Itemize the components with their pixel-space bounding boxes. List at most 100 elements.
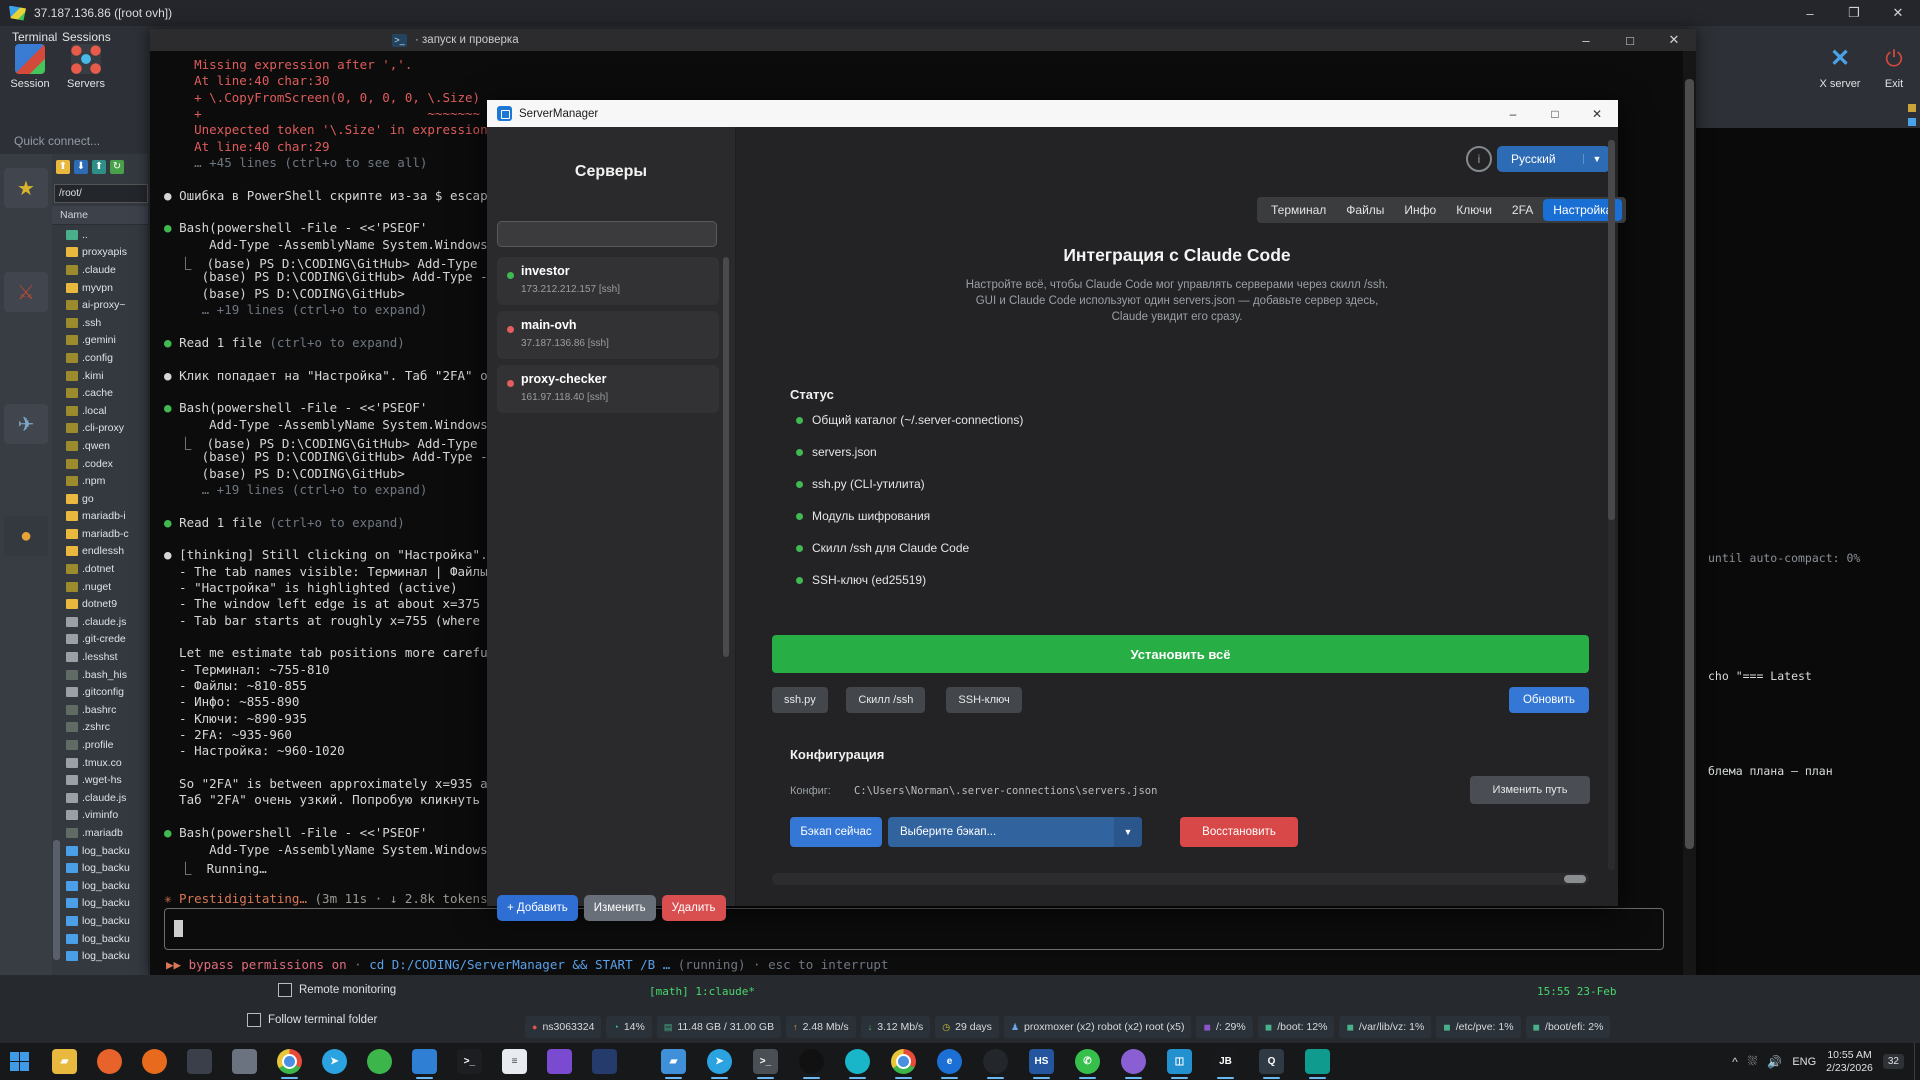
- green-app-icon[interactable]: [367, 1049, 392, 1074]
- restore-button[interactable]: Восстановить: [1180, 817, 1298, 847]
- tree-item[interactable]: proxyapis: [52, 244, 148, 262]
- tree-item[interactable]: .dotnet: [52, 560, 148, 578]
- favorites-star-icon[interactable]: ★: [4, 168, 48, 208]
- chrome-icon[interactable]: [277, 1049, 302, 1074]
- tree-item[interactable]: .codex: [52, 455, 148, 473]
- scrollbar-thumb[interactable]: [1685, 79, 1694, 849]
- close-button[interactable]: ✕: [1876, 0, 1920, 26]
- show-desktop-button[interactable]: [1914, 1043, 1920, 1080]
- tree-item[interactable]: .ssh: [52, 314, 148, 332]
- menu-terminal[interactable]: Terminal: [12, 30, 57, 44]
- language-dropdown[interactable]: Русский ▼: [1497, 146, 1610, 172]
- chip-ssh.py[interactable]: ssh.py: [772, 687, 828, 713]
- tree-item[interactable]: ai-proxy~: [52, 296, 148, 314]
- delete-server-button[interactable]: Удалить: [662, 895, 726, 921]
- server-search-input[interactable]: [497, 221, 717, 247]
- horizontal-scrollbar[interactable]: [772, 873, 1589, 885]
- tab-Инфо[interactable]: Инфо: [1394, 199, 1446, 221]
- maximize-button[interactable]: ❐: [1832, 0, 1876, 26]
- tree-item[interactable]: .local: [52, 402, 148, 420]
- speaker-icon[interactable]: 🔊: [1767, 1055, 1782, 1069]
- install-all-button[interactable]: Установить всё: [772, 635, 1589, 673]
- server-list-item[interactable]: main-ovh37.187.136.86 [ssh]: [497, 311, 719, 359]
- tree-item[interactable]: .kimi: [52, 367, 148, 385]
- tree-item[interactable]: .nuget: [52, 578, 148, 596]
- tree-item[interactable]: .mariadb: [52, 824, 148, 842]
- terminal-maximize-button[interactable]: □: [1608, 29, 1652, 51]
- tree-item[interactable]: .config: [52, 349, 148, 367]
- tab-Файлы[interactable]: Файлы: [1336, 199, 1394, 221]
- tree-item[interactable]: .viminfo: [52, 807, 148, 825]
- chrome2-icon[interactable]: [891, 1049, 916, 1074]
- tree-item[interactable]: .profile: [52, 736, 148, 754]
- chip-Скилл /ssh[interactable]: Скилл /ssh: [846, 687, 925, 713]
- telegram2-icon[interactable]: ➤: [707, 1049, 732, 1074]
- edit-server-button[interactable]: Изменить: [584, 895, 656, 921]
- tree-item[interactable]: log_backu: [52, 859, 148, 877]
- tree-item[interactable]: log_backu: [52, 930, 148, 948]
- tree-item[interactable]: log_backu: [52, 947, 148, 965]
- chip-SSH-ключ[interactable]: SSH-ключ: [946, 687, 1021, 713]
- tree-item[interactable]: mariadb-i: [52, 508, 148, 526]
- tab-2FA[interactable]: 2FA: [1502, 199, 1543, 221]
- tree-item[interactable]: .git-crede: [52, 631, 148, 649]
- server-list-scrollbar[interactable]: [723, 257, 729, 657]
- tree-item[interactable]: .gitconfig: [52, 683, 148, 701]
- hs-icon[interactable]: HS: [1029, 1049, 1054, 1074]
- tree-path-input[interactable]: /root/: [54, 184, 148, 203]
- tree-item[interactable]: .tmux.co: [52, 754, 148, 772]
- taskbar-clock[interactable]: 10:55 AM 2/23/2026: [1826, 1049, 1873, 1075]
- folder-blue-icon[interactable]: ▰: [661, 1049, 686, 1074]
- tree-scrollbar[interactable]: [53, 840, 60, 960]
- folder-up-icon[interactable]: ⬆: [56, 160, 70, 174]
- scrollbar-thumb[interactable]: [1564, 875, 1586, 883]
- follow-terminal-folder-checkbox[interactable]: Follow terminal folder: [247, 1013, 377, 1027]
- tree-item[interactable]: .claude: [52, 261, 148, 279]
- quick-connect-input[interactable]: Quick connect...: [0, 128, 164, 154]
- tree-item[interactable]: mariadb-c: [52, 525, 148, 543]
- writer-icon[interactable]: ≡: [502, 1049, 527, 1074]
- servers-button[interactable]: Servers: [60, 44, 112, 90]
- tree-item[interactable]: .zshrc: [52, 719, 148, 737]
- docker-icon[interactable]: ◫: [1167, 1049, 1192, 1074]
- tree-item[interactable]: endlessh: [52, 543, 148, 561]
- change-path-button[interactable]: Изменить путь: [1470, 776, 1590, 804]
- x-server-button[interactable]: ✕ X server: [1812, 44, 1868, 90]
- terminal-scrollbar[interactable]: [1683, 51, 1696, 975]
- tree-item[interactable]: myvpn: [52, 279, 148, 297]
- obs-icon[interactable]: [983, 1049, 1008, 1074]
- macros-plane-icon[interactable]: ✈: [4, 404, 48, 444]
- cyan-app-icon[interactable]: [845, 1049, 870, 1074]
- edge-icon[interactable]: e: [937, 1049, 962, 1074]
- quickshare-icon[interactable]: Q: [1259, 1049, 1284, 1074]
- tree-item[interactable]: .lesshst: [52, 648, 148, 666]
- refresh-button[interactable]: Обновить: [1509, 687, 1589, 713]
- sm-maximize-button[interactable]: □: [1534, 100, 1576, 127]
- tree-item[interactable]: log_backu: [52, 912, 148, 930]
- sftp-globe-icon[interactable]: ●: [4, 516, 48, 556]
- exit-button[interactable]: ⏻ Exit: [1872, 44, 1916, 90]
- tree-item[interactable]: .bash_his: [52, 666, 148, 684]
- tree-item[interactable]: .qwen: [52, 437, 148, 455]
- tree-item[interactable]: .wget-hs: [52, 771, 148, 789]
- whatsapp-icon[interactable]: ✆: [1075, 1049, 1100, 1074]
- app-dark-icon[interactable]: [187, 1049, 212, 1074]
- sm-minimize-button[interactable]: –: [1492, 100, 1534, 127]
- language-indicator[interactable]: ENG: [1792, 1056, 1816, 1068]
- tree-column-header[interactable]: Name: [52, 206, 148, 225]
- upload-icon[interactable]: ⬆: [92, 160, 106, 174]
- purple-app-icon[interactable]: [547, 1049, 572, 1074]
- session-button[interactable]: Session: [4, 44, 56, 90]
- tree-item[interactable]: .claude.js: [52, 613, 148, 631]
- add-server-button[interactable]: + Добавить: [497, 895, 578, 921]
- teal-app-icon[interactable]: [1305, 1049, 1330, 1074]
- tree-item[interactable]: ..: [52, 226, 148, 244]
- download-icon[interactable]: ⬇: [74, 160, 88, 174]
- telegram-icon[interactable]: ➤: [322, 1049, 347, 1074]
- sm-close-button[interactable]: ✕: [1576, 100, 1618, 127]
- menu-sessions[interactable]: Sessions: [62, 30, 111, 44]
- viber-icon[interactable]: [1121, 1049, 1146, 1074]
- backup-select[interactable]: Выберите бэкап... ▼: [888, 817, 1142, 847]
- firefox-icon[interactable]: [142, 1049, 167, 1074]
- backup-now-button[interactable]: Бэкап сейчас: [790, 817, 882, 847]
